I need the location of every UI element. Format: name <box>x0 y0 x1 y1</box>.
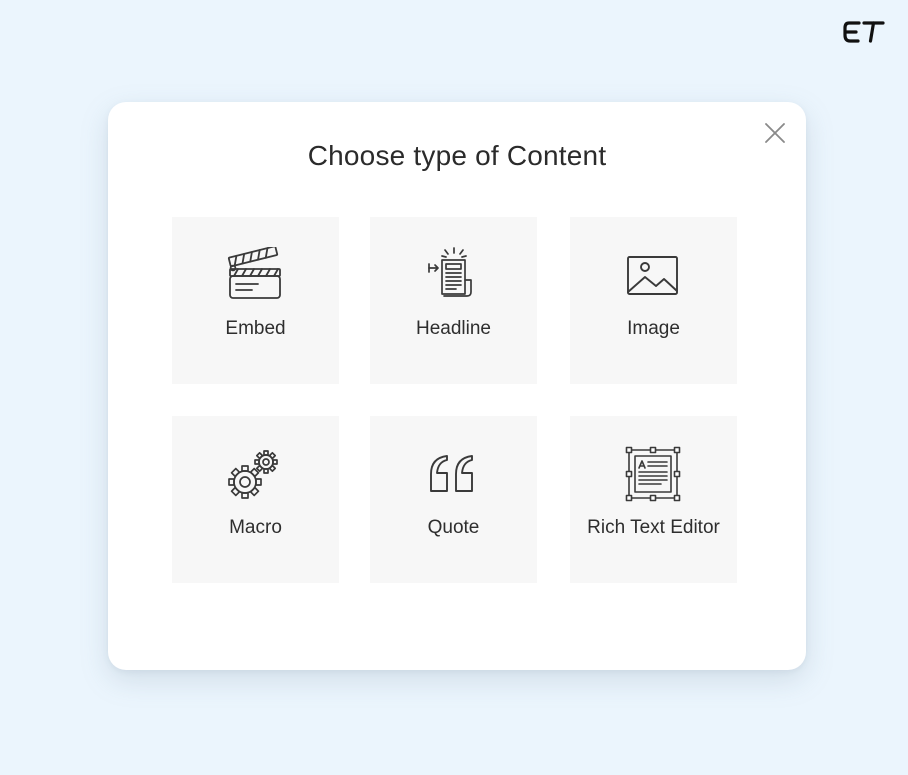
quote-icon <box>423 446 483 502</box>
option-rich-text-editor[interactable]: Rich Text Editor <box>570 416 737 583</box>
option-image[interactable]: Image <box>570 217 737 384</box>
option-label: Embed <box>225 318 286 339</box>
clapperboard-icon <box>225 247 285 303</box>
gears-icon <box>225 446 285 502</box>
option-quote[interactable]: Quote <box>370 416 537 583</box>
text-editor-icon <box>623 446 683 502</box>
brand-logo <box>842 20 886 44</box>
content-type-dialog: Choose type of Content Embed Headline Im… <box>108 102 806 670</box>
option-label: Image <box>627 318 680 339</box>
option-label: Rich Text Editor <box>587 517 720 538</box>
option-label: Macro <box>229 517 282 538</box>
dialog-title: Choose type of Content <box>307 140 607 171</box>
option-label: Headline <box>416 318 491 339</box>
option-embed[interactable]: Embed <box>172 217 339 384</box>
option-headline[interactable]: Headline <box>370 217 537 384</box>
newspaper-icon <box>423 247 483 303</box>
option-label: Quote <box>427 517 480 538</box>
option-macro[interactable]: Macro <box>172 416 339 583</box>
image-icon <box>623 247 683 303</box>
